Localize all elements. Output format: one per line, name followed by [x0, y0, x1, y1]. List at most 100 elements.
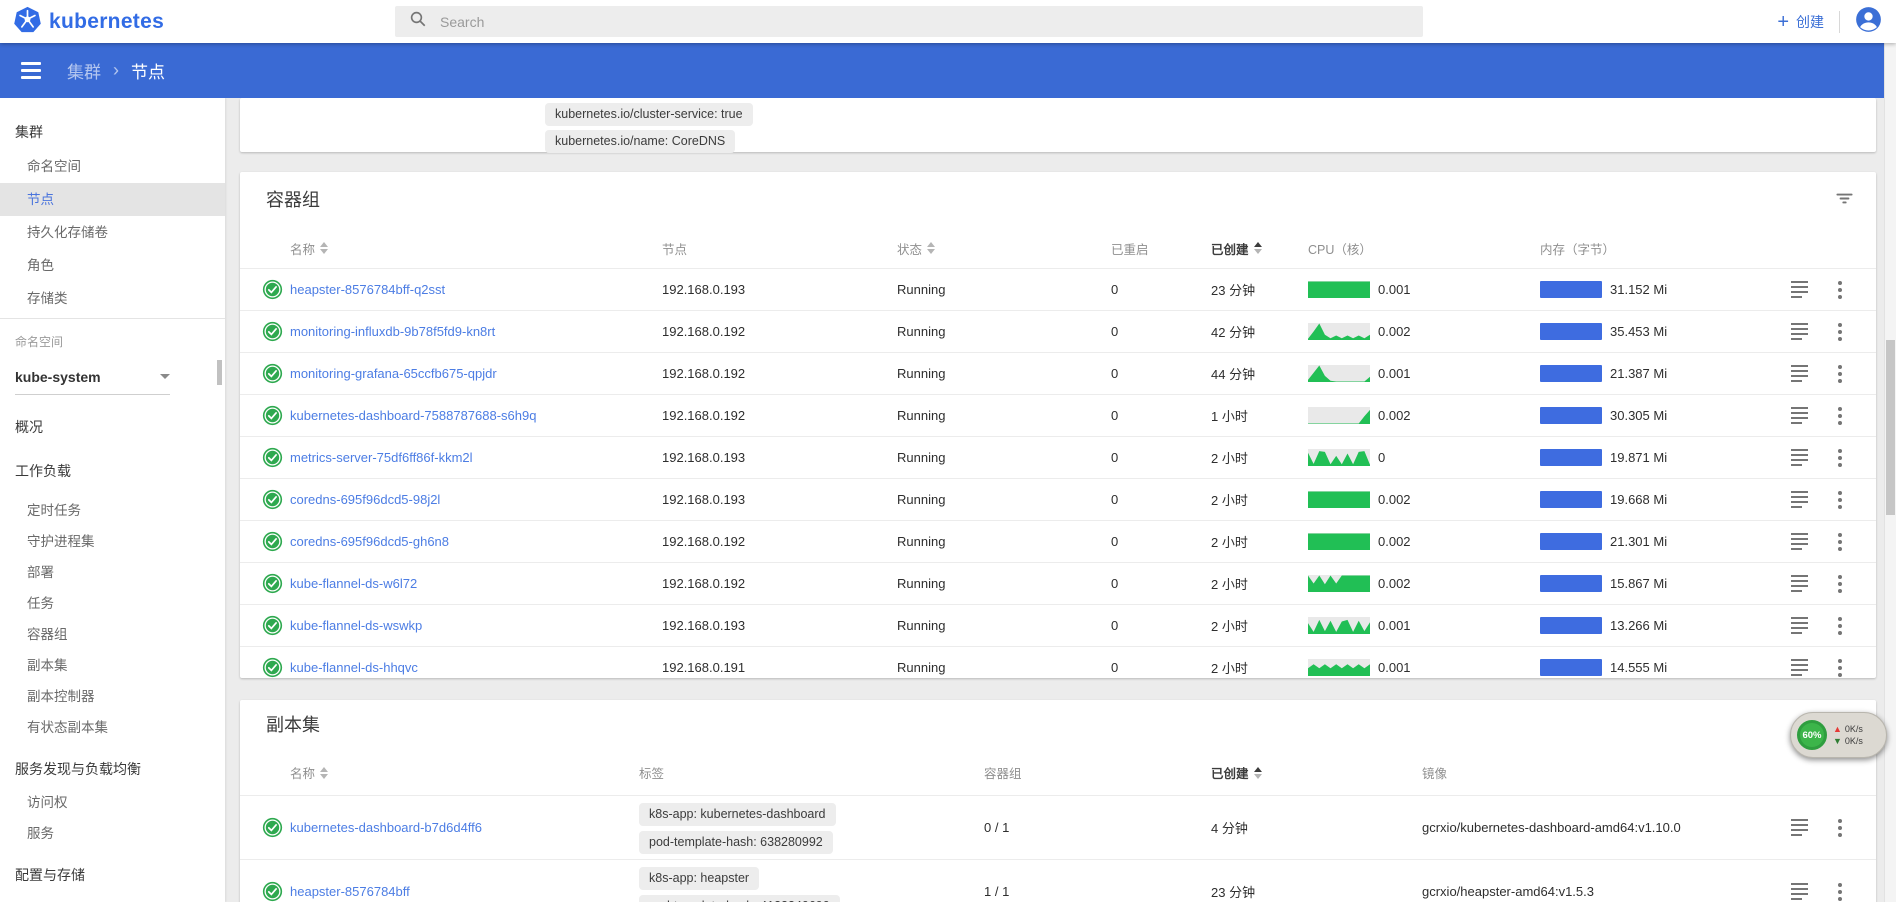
pod-logs-button[interactable] — [1791, 479, 1808, 520]
pod-name-link[interactable]: metrics-server-75df6ff86f-kkm2l — [290, 437, 473, 478]
pod-logs-button[interactable] — [1791, 437, 1808, 478]
sidebar-section-config-storage[interactable]: 配置与存储 — [0, 857, 225, 893]
replicaset-name-link[interactable]: kubernetes-dashboard-b7d6d4ff6 — [290, 796, 482, 859]
sidebar-section-discovery[interactable]: 服务发现与负载均衡 — [0, 751, 225, 787]
memory-value: 19.668 Mi — [1610, 492, 1667, 507]
pod-actions-menu[interactable] — [1833, 605, 1847, 646]
pod-name-link[interactable]: heapster-8576784bff-q2sst — [290, 269, 445, 310]
sidebar-item-ingresses[interactable]: 访问权 — [0, 787, 225, 818]
sidebar-item-overview[interactable]: 概况 — [0, 409, 225, 445]
search-input[interactable]: Search — [395, 6, 1423, 37]
column-header-name[interactable]: 名称 — [290, 750, 328, 795]
column-header-name[interactable]: 名称 — [290, 228, 328, 268]
pod-status: Running — [897, 521, 945, 562]
top-header: kubernetes Search + 创建 — [0, 0, 1896, 43]
pod-logs-button[interactable] — [1791, 605, 1808, 646]
pod-logs-button[interactable] — [1791, 521, 1808, 562]
pod-actions-menu[interactable] — [1833, 479, 1847, 520]
pod-status: Running — [897, 395, 945, 436]
filter-icon[interactable] — [1835, 189, 1854, 213]
namespace-select[interactable]: kube-system — [15, 359, 170, 395]
pod-name-link[interactable]: kube-flannel-ds-wswkp — [290, 605, 422, 646]
sidebar-item-deployments[interactable]: 部署 — [0, 557, 225, 588]
pod-actions-menu[interactable] — [1833, 353, 1847, 394]
pod-logs-button[interactable] — [1791, 353, 1808, 394]
sidebar-section-cluster[interactable]: 集群 — [0, 114, 225, 150]
pod-logs-button[interactable] — [1791, 563, 1808, 604]
sidebar-item-stateful-sets[interactable]: 有状态副本集 — [0, 712, 225, 743]
create-button[interactable]: + 创建 — [1777, 12, 1824, 32]
pod-memory: 19.668 Mi — [1540, 479, 1667, 520]
sidebar-item-roles[interactable]: 角色 — [0, 249, 225, 282]
sidebar-item-pods[interactable]: 容器组 — [0, 619, 225, 650]
pod-actions-menu[interactable] — [1833, 437, 1847, 478]
pod-actions-menu[interactable] — [1833, 563, 1847, 604]
pod-name-link[interactable]: kube-flannel-ds-w6l72 — [290, 563, 417, 604]
memory-bar-chart — [1540, 575, 1602, 592]
pod-name-link[interactable]: coredns-695f96dcd5-98j2l — [290, 479, 440, 520]
pod-logs-button[interactable] — [1791, 647, 1808, 688]
logs-icon — [1791, 323, 1808, 340]
replicaset-name-link[interactable]: heapster-8576784bff — [290, 860, 410, 902]
brand[interactable]: kubernetes — [14, 0, 164, 43]
pod-memory: 31.152 Mi — [1540, 269, 1667, 310]
pod-created: 2 小时 — [1211, 437, 1248, 478]
replicaset-logs-button[interactable] — [1791, 796, 1808, 859]
memory-value: 15.867 Mi — [1610, 576, 1667, 591]
pod-node: 192.168.0.193 — [662, 269, 745, 310]
pod-logs-button[interactable] — [1791, 269, 1808, 310]
chevron-right-icon: › — [113, 60, 119, 81]
pod-name-link[interactable]: kube-flannel-ds-hhqvc — [290, 647, 418, 688]
pod-logs-button[interactable] — [1791, 395, 1808, 436]
cpu-value: 0 — [1378, 450, 1385, 465]
sidebar-item-storage-classes[interactable]: 存储类 — [0, 282, 225, 315]
replicaset-logs-button[interactable] — [1791, 860, 1808, 902]
column-header-created[interactable]: 已创建 — [1211, 228, 1262, 268]
column-header-created[interactable]: 已创建 — [1211, 750, 1262, 795]
sidebar-item-services[interactable]: 服务 — [0, 818, 225, 849]
sort-icon-active — [1254, 767, 1262, 779]
sidebar-item-jobs[interactable]: 任务 — [0, 588, 225, 619]
pod-row: kube-flannel-ds-wswkp 192.168.0.193 Runn… — [240, 604, 1876, 646]
pod-actions-menu[interactable] — [1833, 311, 1847, 352]
pod-actions-menu[interactable] — [1833, 269, 1847, 310]
menu-dots-icon — [1833, 323, 1847, 341]
menu-dots-icon — [1833, 449, 1847, 467]
pod-name-link[interactable]: kubernetes-dashboard-7588787688-s6h9q — [290, 395, 536, 436]
sidebar-item-replication-controllers[interactable]: 副本控制器 — [0, 681, 225, 712]
replicaset-image: gcrxio/heapster-amd64:v1.5.3 — [1422, 860, 1594, 902]
pod-actions-menu[interactable] — [1833, 521, 1847, 562]
pod-logs-button[interactable] — [1791, 311, 1808, 352]
pod-actions-menu[interactable] — [1833, 395, 1847, 436]
breadcrumb-cluster[interactable]: 集群 — [67, 58, 101, 83]
pod-name-link[interactable]: coredns-695f96dcd5-gh6n8 — [290, 521, 449, 562]
menu-icon[interactable] — [21, 62, 41, 79]
sidebar-item-namespaces[interactable]: 命名空间 — [0, 150, 225, 183]
net-speed-widget[interactable]: 60% ▲0K/s ▼0K/s — [1790, 712, 1887, 758]
pod-name-link[interactable]: monitoring-influxdb-9b78f5fd9-kn8rt — [290, 311, 495, 352]
labels-card: kubernetes.io/cluster-service: true kube… — [240, 98, 1876, 152]
sidebar-item-cron-jobs[interactable]: 定时任务 — [0, 495, 225, 526]
page-scrollbar-thumb[interactable] — [1886, 340, 1895, 515]
sidebar-item-replica-sets[interactable]: 副本集 — [0, 650, 225, 681]
logs-icon — [1791, 365, 1808, 382]
create-label: 创建 — [1796, 12, 1824, 32]
cpu-value: 0.002 — [1378, 534, 1411, 549]
replicaset-labels: k8s-app: kubernetes-dashboardpod-templat… — [639, 803, 836, 854]
page-scrollbar[interactable] — [1884, 43, 1896, 902]
pod-name-link[interactable]: monitoring-grafana-65ccfb675-qpjdr — [290, 353, 497, 394]
label-chip: k8s-app: heapster — [639, 867, 759, 890]
pod-node: 192.168.0.193 — [662, 437, 745, 478]
pod-actions-menu[interactable] — [1833, 647, 1847, 688]
user-avatar-icon[interactable] — [1855, 6, 1882, 38]
sidebar-scrollbar-thumb[interactable] — [217, 360, 222, 385]
sidebar-item-daemon-sets[interactable]: 守护进程集 — [0, 526, 225, 557]
replicaset-actions-menu[interactable] — [1833, 796, 1847, 859]
column-header-status[interactable]: 状态 — [897, 228, 935, 268]
sidebar-item-nodes[interactable]: 节点 — [0, 183, 225, 216]
sidebar-item-persistent-volumes[interactable]: 持久化存储卷 — [0, 216, 225, 249]
logs-icon — [1791, 281, 1808, 298]
replicaset-actions-menu[interactable] — [1833, 860, 1847, 902]
sidebar-section-workloads[interactable]: 工作负载 — [0, 453, 225, 489]
memory-bar-chart — [1540, 617, 1602, 634]
